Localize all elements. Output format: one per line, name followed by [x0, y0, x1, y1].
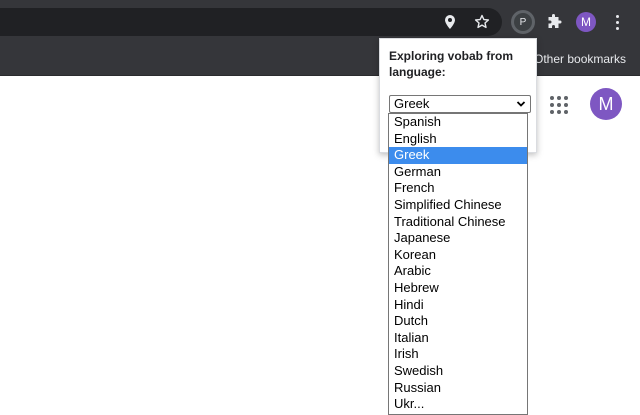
apps-grid-icon[interactable] — [550, 96, 568, 114]
dropdown-option[interactable]: Arabic — [389, 263, 527, 280]
dropdown-option[interactable]: Traditional Chinese — [389, 214, 527, 231]
more-menu-icon[interactable] — [610, 12, 626, 32]
dropdown-option[interactable]: Italian — [389, 330, 527, 347]
address-bar[interactable] — [0, 8, 502, 36]
popup-title: Exploring vobab from language: — [389, 49, 514, 79]
dropdown-option[interactable]: Simplified Chinese — [389, 197, 527, 214]
account-initial: M — [598, 93, 614, 114]
language-select[interactable]: Greek — [389, 95, 531, 113]
dropdown-option[interactable]: Japanese — [389, 230, 527, 247]
profile-initial: M — [581, 15, 591, 29]
extension-p-icon[interactable]: P — [511, 10, 535, 34]
star-icon[interactable] — [470, 10, 494, 34]
dropdown-option[interactable]: Dutch — [389, 313, 527, 330]
puzzle-icon[interactable] — [542, 10, 566, 34]
chevron-down-icon — [516, 101, 526, 107]
browser-toolbar: P M — [0, 0, 640, 45]
extension-p-letter: P — [514, 13, 532, 31]
dropdown-option[interactable]: Russian — [389, 380, 527, 397]
dropdown-option[interactable]: Korean — [389, 247, 527, 264]
dropdown-option[interactable]: Ukr... — [389, 396, 527, 413]
language-select-value: Greek — [394, 96, 430, 111]
bookmarks-bar: Other bookmarks — [0, 45, 640, 76]
dropdown-option[interactable]: Irish — [389, 346, 527, 363]
dropdown-option[interactable]: Spanish — [389, 114, 527, 131]
dropdown-option[interactable]: Greek — [389, 147, 527, 164]
dropdown-option[interactable]: Swedish — [389, 363, 527, 380]
profile-avatar[interactable]: M — [576, 12, 596, 32]
dropdown-option[interactable]: English — [389, 131, 527, 148]
dropdown-option[interactable]: German — [389, 164, 527, 181]
dropdown-option[interactable]: French — [389, 180, 527, 197]
dropdown-option[interactable]: Hindi — [389, 297, 527, 314]
location-pin-icon[interactable] — [438, 10, 462, 34]
account-avatar[interactable]: M — [590, 88, 622, 120]
language-dropdown-list[interactable]: Spanish English Greek German French Simplifie… — [388, 113, 528, 415]
other-bookmarks-link[interactable]: Other bookmarks — [534, 52, 626, 66]
dropdown-option[interactable]: Hebrew — [389, 280, 527, 297]
